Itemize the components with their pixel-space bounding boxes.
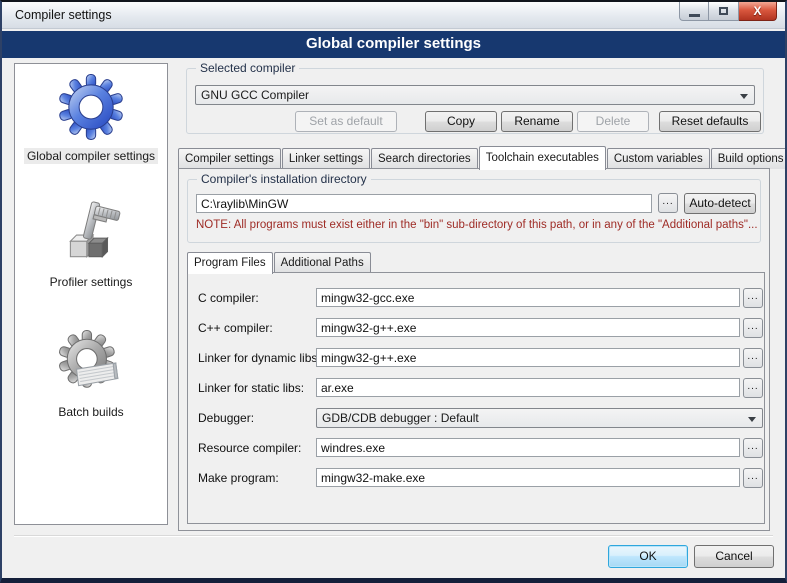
selected-compiler-value: GNU GCC Compiler [201, 88, 309, 102]
tab-search-directories[interactable]: Search directories [371, 148, 478, 169]
installation-directory-input[interactable] [196, 194, 652, 213]
cancel-button[interactable]: Cancel [694, 545, 774, 568]
minimize-button[interactable] [679, 2, 709, 21]
reset-defaults-button[interactable]: Reset defaults [659, 111, 761, 132]
sidebar-item-profiler-settings[interactable]: Profiler settings [47, 200, 136, 290]
copy-button[interactable]: Copy [425, 111, 497, 132]
cpp-compiler-browse-button[interactable]: ... [743, 318, 763, 338]
gear-gray-icon [58, 330, 124, 399]
close-button[interactable]: X [739, 2, 777, 21]
installation-directory-group: Compiler's installation directory ... Au… [187, 179, 761, 243]
cpp-compiler-input[interactable] [316, 318, 740, 337]
tab-additional-paths[interactable]: Additional Paths [274, 252, 371, 273]
footer-divider [14, 535, 773, 537]
close-icon: X [753, 4, 761, 18]
gear-blue-icon [58, 74, 124, 143]
tab-compiler-settings[interactable]: Compiler settings [178, 148, 281, 169]
cpp-compiler-label: C++ compiler: [198, 321, 273, 335]
ok-button[interactable]: OK [608, 545, 688, 568]
static-linker-browse-button[interactable]: ... [743, 378, 763, 398]
settings-category-list: Global compiler settings [14, 63, 168, 525]
page-title: Global compiler settings [2, 31, 785, 58]
chevron-down-icon [740, 94, 748, 99]
caliper-icon [58, 200, 124, 269]
delete-button[interactable]: Delete [577, 111, 649, 132]
tab-toolchain-executables[interactable]: Toolchain executables [479, 146, 606, 170]
debugger-dropdown[interactable]: GDB/CDB debugger : Default [316, 408, 763, 428]
sidebar-item-batch-builds[interactable]: Batch builds [55, 330, 126, 420]
maximize-button[interactable] [709, 2, 739, 21]
c-compiler-input[interactable] [316, 288, 740, 307]
compiler-settings-dialog: Compiler settings X Global compiler sett… [0, 0, 787, 583]
make-program-label: Make program: [198, 471, 279, 485]
sidebar-item-label: Batch builds [55, 404, 126, 420]
sidebar-item-label: Profiler settings [47, 274, 136, 290]
installation-directory-browse-button[interactable]: ... [658, 193, 678, 213]
dynamic-linker-browse-button[interactable]: ... [743, 348, 763, 368]
bin-subdirectory-note: NOTE: All programs must exist either in … [196, 219, 758, 231]
resource-compiler-browse-button[interactable]: ... [743, 438, 763, 458]
make-program-input[interactable] [316, 468, 740, 487]
selected-compiler-group-label: Selected compiler [196, 61, 299, 75]
rename-button[interactable]: Rename [501, 111, 573, 132]
installation-directory-group-label: Compiler's installation directory [197, 172, 371, 186]
program-files-panel: C compiler: ... C++ compiler: ... Linker… [187, 272, 765, 524]
debugger-value: GDB/CDB debugger : Default [322, 411, 479, 425]
window-title: Compiler settings [15, 8, 112, 22]
static-linker-label: Linker for static libs: [198, 381, 304, 395]
dynamic-linker-label: Linker for dynamic libs: [198, 351, 321, 365]
chevron-down-icon [748, 417, 756, 422]
make-program-browse-button[interactable]: ... [743, 468, 763, 488]
c-compiler-browse-button[interactable]: ... [743, 288, 763, 308]
main-tab-strip: Compiler settings Linker settings Search… [178, 145, 787, 169]
sidebar-item-label: Global compiler settings [24, 148, 158, 164]
debugger-label: Debugger: [198, 411, 254, 425]
auto-detect-button[interactable]: Auto-detect [684, 193, 756, 214]
toolchain-executables-panel: Compiler's installation directory ... Au… [178, 168, 770, 531]
dynamic-linker-input[interactable] [316, 348, 740, 367]
tab-custom-variables[interactable]: Custom variables [607, 148, 710, 169]
selected-compiler-dropdown[interactable]: GNU GCC Compiler [195, 85, 755, 105]
resource-compiler-label: Resource compiler: [198, 441, 301, 455]
maximize-icon [719, 7, 728, 15]
program-tab-strip: Program Files Additional Paths [187, 251, 372, 273]
titlebar[interactable]: Compiler settings X [2, 2, 785, 29]
static-linker-input[interactable] [316, 378, 740, 397]
tab-build-options[interactable]: Build options [711, 148, 787, 169]
c-compiler-label: C compiler: [198, 291, 259, 305]
tab-linker-settings[interactable]: Linker settings [282, 148, 370, 169]
tab-program-files[interactable]: Program Files [187, 252, 273, 274]
selected-compiler-group: Selected compiler GNU GCC Compiler Set a… [186, 68, 764, 134]
sidebar-item-global-compiler-settings[interactable]: Global compiler settings [24, 74, 158, 164]
window-controls: X [679, 2, 777, 21]
set-as-default-button[interactable]: Set as default [295, 111, 397, 132]
minimize-icon [689, 14, 700, 17]
resource-compiler-input[interactable] [316, 438, 740, 457]
